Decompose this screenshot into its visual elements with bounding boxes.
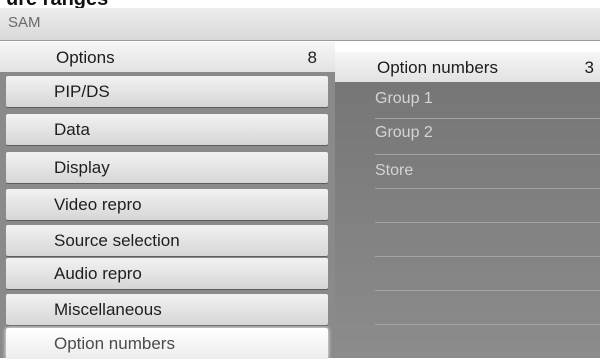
option-numbers-header-count: 3 — [584, 58, 594, 77]
option-numbers-list: Group 1 Group 2 Store — [335, 82, 600, 358]
menu-item-label: Display — [54, 158, 110, 177]
options-header: Options 8 — [0, 42, 335, 72]
menu-item-source-selection[interactable]: Source selection — [6, 225, 328, 256]
menu-item-label: Audio repro — [54, 264, 142, 283]
list-item-store[interactable]: Store — [375, 162, 413, 180]
list-item-group-1[interactable]: Group 1 — [375, 90, 433, 108]
row-divider — [375, 188, 600, 189]
menu-item-label: Data — [54, 120, 90, 139]
options-menu: PIP/DS Data Display Video repro Source s… — [0, 72, 335, 359]
menu-item-video-repro[interactable]: Video repro — [6, 189, 328, 220]
option-numbers-header: Option numbers 3 — [335, 52, 600, 82]
menu-item-data[interactable]: Data — [6, 114, 328, 145]
page-heading-text: ure ranges — [6, 0, 108, 8]
menu-item-audio-repro[interactable]: Audio repro — [6, 258, 328, 289]
menu-item-option-numbers[interactable]: Option numbers — [6, 328, 328, 359]
menu-item-miscellaneous[interactable]: Miscellaneous — [6, 294, 328, 325]
row-divider — [375, 324, 600, 325]
row-divider — [375, 256, 600, 257]
options-header-label: Options — [56, 48, 115, 67]
options-header-count: 8 — [307, 48, 317, 67]
row-divider — [375, 222, 600, 223]
list-item-group-2[interactable]: Group 2 — [375, 124, 433, 142]
menu-item-label: Option numbers — [54, 334, 175, 353]
menu-item-label: PIP/DS — [54, 82, 110, 101]
row-divider — [375, 290, 600, 291]
page-heading-fragment: ure ranges — [0, 0, 600, 8]
option-numbers-header-label: Option numbers — [377, 58, 498, 77]
row-divider — [375, 154, 600, 155]
menu-item-label: Miscellaneous — [54, 300, 162, 319]
menu-item-pip-ds[interactable]: PIP/DS — [6, 76, 328, 107]
menu-item-label: Video repro — [54, 195, 142, 214]
window-titlebar: SAM — [0, 8, 600, 41]
menu-item-display[interactable]: Display — [6, 152, 328, 183]
window-title: SAM — [8, 14, 41, 31]
row-divider — [375, 118, 600, 119]
menu-item-label: Source selection — [54, 231, 180, 250]
